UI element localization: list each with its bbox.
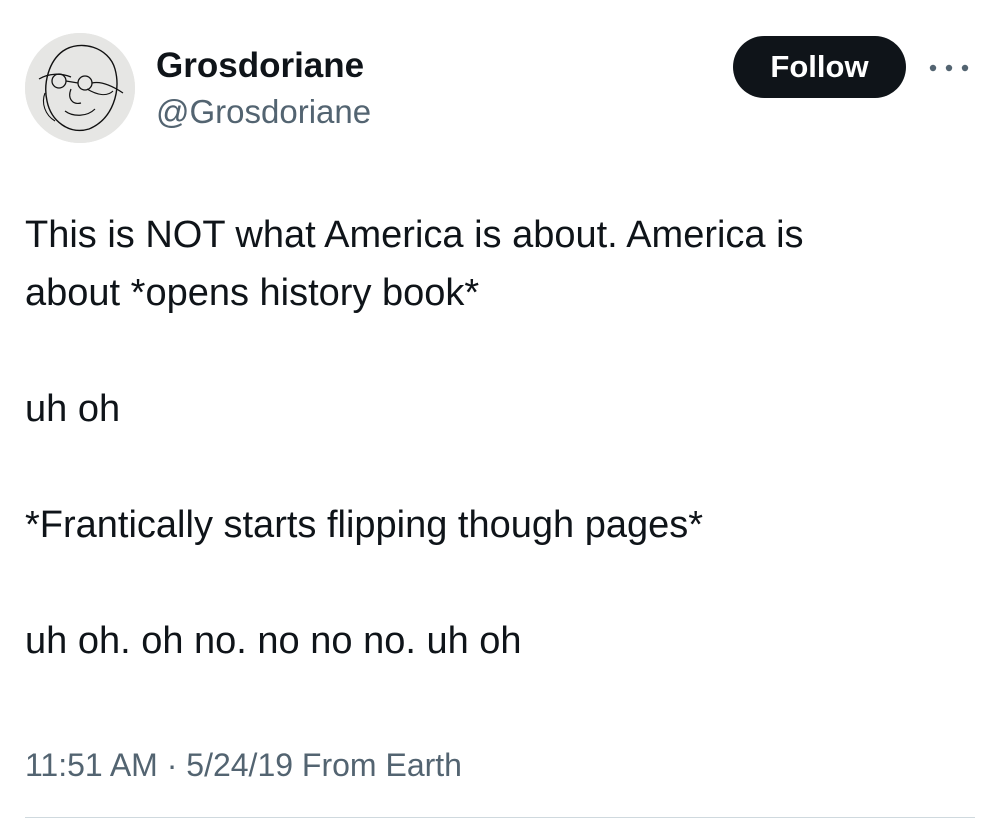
tweet-text: This is NOT what America is about. Ameri… bbox=[25, 206, 975, 670]
meta-separator: · bbox=[166, 747, 178, 783]
follow-button[interactable]: Follow bbox=[733, 36, 906, 98]
tweet-time[interactable]: 11:51 AM bbox=[25, 747, 158, 783]
more-options-button[interactable] bbox=[924, 56, 974, 80]
more-horizontal-icon bbox=[929, 64, 969, 72]
tweet-date[interactable]: 5/24/19 bbox=[186, 747, 293, 783]
tweet-source: From Earth bbox=[301, 747, 462, 783]
tweet-paragraph: *Frantically starts flipping though page… bbox=[25, 504, 704, 546]
line-drawing-face-avatar-icon bbox=[25, 33, 135, 143]
tweet-meta: 11:51 AM · 5/24/19 From Earth bbox=[25, 744, 462, 786]
divider bbox=[25, 817, 975, 818]
tweet-paragraph: uh oh. oh no. no no no. uh oh bbox=[25, 620, 522, 662]
author-handle[interactable]: @Grosdoriane bbox=[156, 92, 371, 132]
author-display-name[interactable]: Grosdoriane bbox=[156, 44, 364, 88]
avatar[interactable] bbox=[25, 33, 135, 143]
tweet-paragraph: uh oh bbox=[25, 388, 121, 430]
tweet-paragraph: This is NOT what America is about. Ameri… bbox=[25, 214, 804, 314]
